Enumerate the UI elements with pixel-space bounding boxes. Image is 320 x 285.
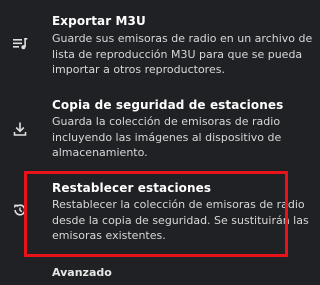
- backup-stations-title: Copia de seguridad de estaciones: [52, 98, 284, 112]
- backup-stations-description: Guarda la colección de emisoras de radio…: [52, 114, 292, 161]
- description-line: Restablecer la colección de emisoras de …: [52, 198, 305, 211]
- download-icon: [12, 121, 28, 137]
- restore-stations-title: Restablecer estaciones: [52, 181, 212, 195]
- description-line: desde la copia de seguridad. Se sustitui…: [52, 213, 309, 227]
- export-m3u-item[interactable]: Exportar M3U Guarde sus emisoras de radi…: [0, 0, 313, 85]
- description-line: almacenamiento.: [52, 146, 148, 159]
- description-line: Guarda la colección de emisoras de radio: [52, 115, 281, 128]
- description-line: importar a otros reproductores.: [52, 63, 225, 76]
- description-line: incluyendo las imágenes al dispositivo d…: [52, 130, 282, 144]
- description-line: emisoras existentes.: [52, 229, 166, 242]
- restore-stations-item[interactable]: Restablecer estaciones Restablecer la co…: [0, 170, 309, 260]
- description-line: Guarde sus emisoras de radio en un archi…: [52, 32, 313, 45]
- description-line: lista de reproducción M3U para que se pu…: [52, 47, 303, 61]
- playlist-icon: [12, 36, 28, 52]
- backup-stations-item[interactable]: Copia de seguridad de estaciones Guarda …: [0, 85, 300, 170]
- export-m3u-description: Guarde sus emisoras de radio en un archi…: [52, 31, 313, 78]
- advanced-section-header: Avanzado: [52, 266, 112, 279]
- restore-icon: [12, 202, 28, 218]
- restore-stations-description: Restablecer la colección de emisoras de …: [52, 197, 309, 244]
- export-m3u-title: Exportar M3U: [52, 14, 146, 28]
